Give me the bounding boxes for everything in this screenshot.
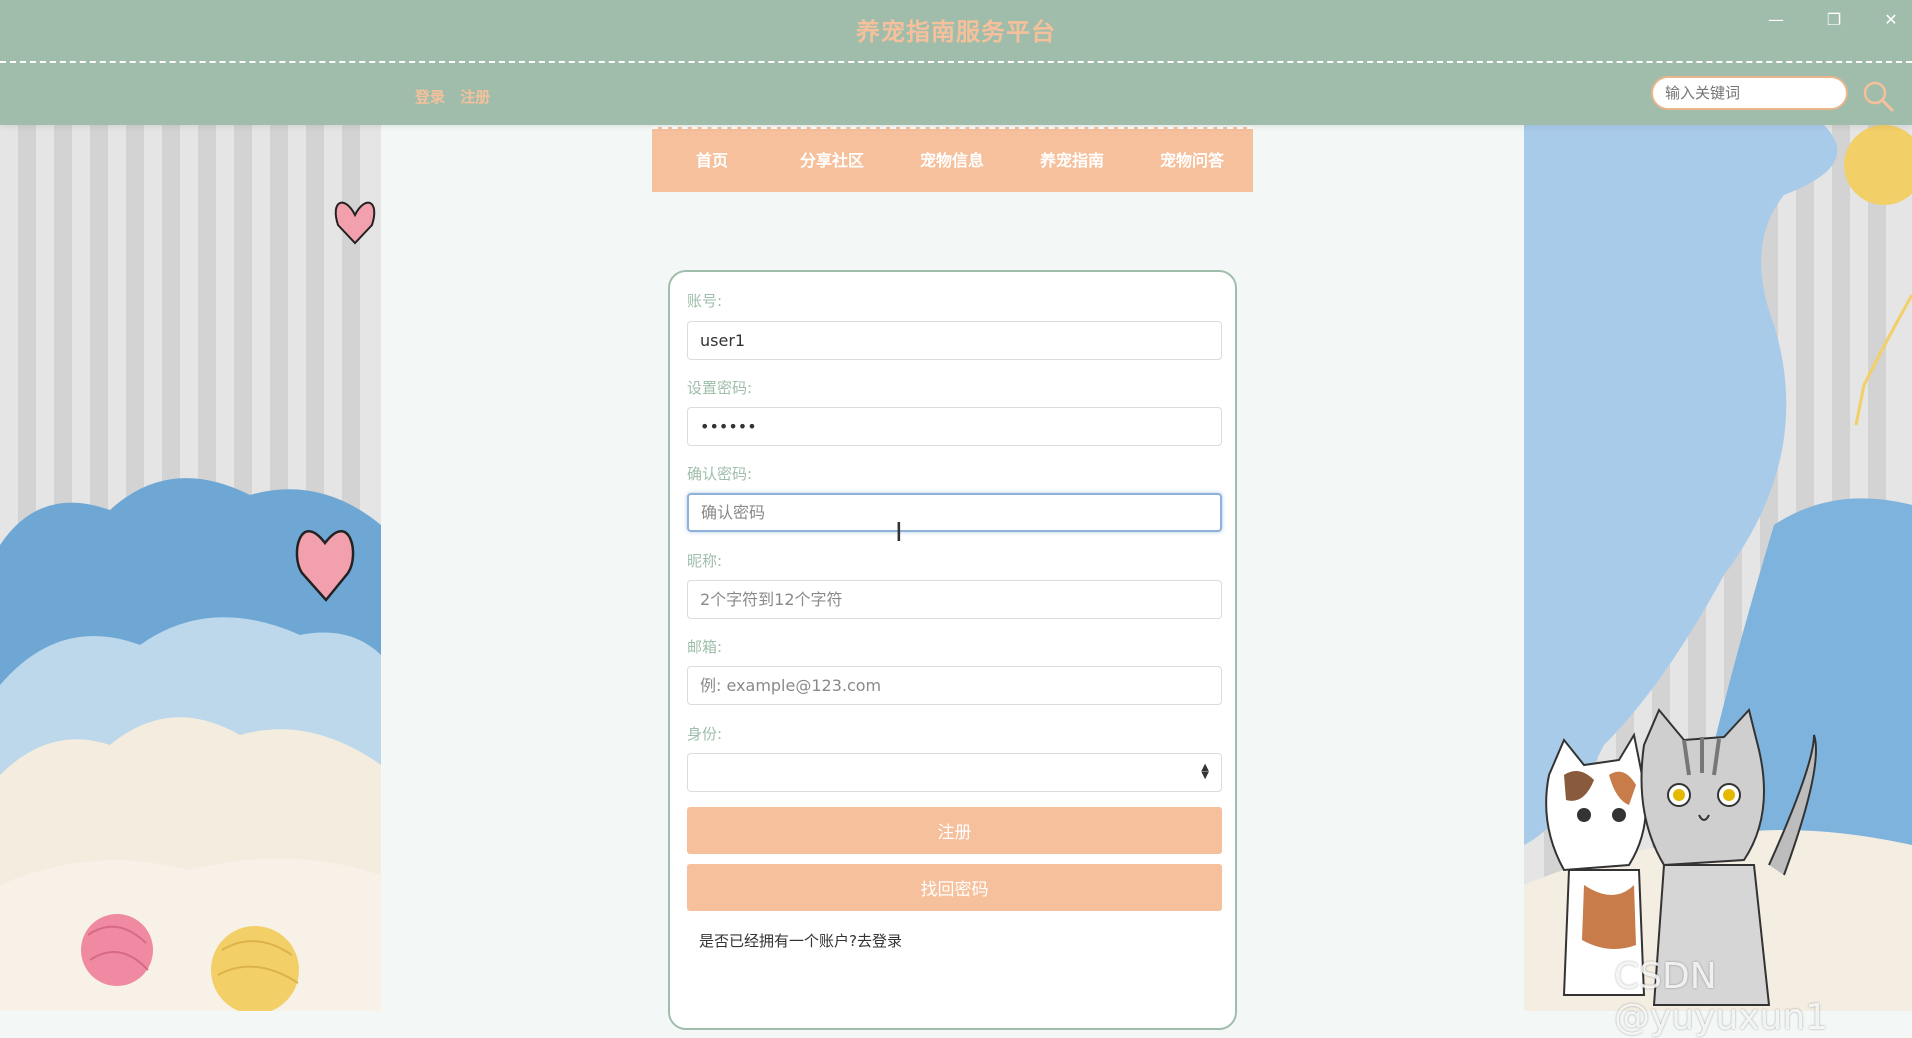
confirm-password-input[interactable] (687, 493, 1222, 532)
left-decoration (0, 125, 381, 1011)
identity-select[interactable]: ▲ ▼ (687, 753, 1222, 792)
close-icon[interactable]: ✕ (1875, 8, 1907, 32)
register-button[interactable]: 注册 (687, 807, 1222, 854)
nav-pet-qa[interactable]: 宠物问答 (1132, 129, 1252, 192)
email-label: 邮箱: (687, 638, 723, 656)
nickname-input[interactable] (687, 580, 1222, 619)
recover-password-button[interactable]: 找回密码 (687, 864, 1222, 911)
main-nav: 首页 分享社区 宠物信息 养宠指南 宠物问答 (652, 127, 1253, 192)
password-label: 设置密码: (687, 379, 753, 397)
top-header: 养宠指南服务平台 — ❐ ✕ 登录 注册 (0, 0, 1912, 125)
restore-icon[interactable]: ❐ (1818, 8, 1850, 32)
nav-home[interactable]: 首页 (652, 129, 772, 192)
select-arrows-icon: ▲ ▼ (1201, 762, 1209, 781)
search-icon[interactable] (1861, 79, 1895, 113)
account-input[interactable] (687, 321, 1222, 360)
account-label: 账号: (687, 292, 723, 310)
text-cursor-icon: I (895, 518, 903, 548)
identity-label: 身份: (687, 725, 723, 743)
auth-links: 登录 注册 (415, 86, 500, 107)
right-decoration (1524, 125, 1912, 1011)
nav-pet-info[interactable]: 宠物信息 (892, 129, 1012, 192)
nav-community[interactable]: 分享社区 (772, 129, 892, 192)
password-input[interactable] (687, 407, 1222, 446)
watermark: CSDN @yuyuxun1 (1614, 956, 1829, 1038)
confirm-password-label: 确认密码: (687, 465, 753, 483)
site-title: 养宠指南服务平台 (856, 18, 1056, 46)
login-link[interactable]: 登录 (415, 88, 445, 106)
search-input[interactable] (1651, 76, 1848, 110)
register-form: 账号: 设置密码: 确认密码: 昵称: 邮箱: 身份: ▲▼ 注册 找回密码 是… (668, 270, 1237, 1030)
header-divider (0, 61, 1912, 63)
email-input[interactable] (687, 666, 1222, 705)
go-login-link[interactable]: 是否已经拥有一个账户?去登录 (699, 930, 902, 951)
register-link[interactable]: 注册 (460, 88, 490, 106)
nav-pet-guide[interactable]: 养宠指南 (1012, 129, 1132, 192)
nickname-label: 昵称: (687, 552, 723, 570)
minimize-icon[interactable]: — (1760, 8, 1792, 32)
